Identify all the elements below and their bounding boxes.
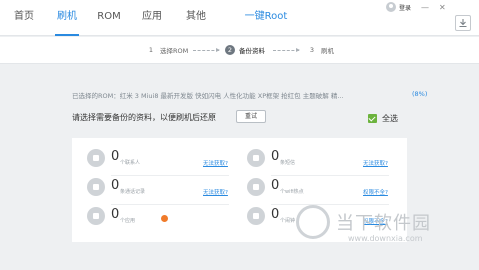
watermark-url: www.downxia.com (348, 234, 423, 243)
select-all-checkbox[interactable]: 全选 (368, 113, 398, 124)
help-link[interactable]: 无法获取? (203, 159, 228, 167)
sms-icon (247, 149, 265, 167)
help-link[interactable]: 无法获取? (203, 188, 228, 196)
avatar-icon (386, 2, 396, 12)
backup-prompt: 请选择需要备份的资料，以便刷机后还原 (72, 113, 216, 122)
watermark-title: 当下软件园 (336, 213, 431, 234)
minimize-icon[interactable]: — (421, 3, 429, 12)
user-login[interactable]: 登录 (386, 1, 411, 13)
step-arrow (193, 48, 220, 52)
one-click-root-button[interactable]: 一键Root (241, 0, 291, 36)
app-icon (87, 207, 105, 225)
window-controls: — ✕ (421, 3, 446, 12)
login-link[interactable]: 登录 (399, 3, 411, 12)
backup-item-wifi[interactable]: 0 个wifi热点 权限不全? (232, 172, 392, 202)
backup-item-sms[interactable]: 0 条短信 无法获取? (232, 143, 392, 173)
step-backup-data: 2 备份资料 (225, 45, 265, 55)
wifi-icon (247, 178, 265, 196)
contact-icon (87, 149, 105, 167)
watermark-logo-icon (296, 205, 330, 239)
tab-flash[interactable]: 刷机 (55, 0, 79, 36)
backup-item-apps[interactable]: 0 个应用 (72, 201, 232, 231)
step-flash: 3 刷机 (309, 46, 334, 55)
help-link[interactable]: 无法获取? (363, 159, 388, 167)
tab-other[interactable]: 其他 (182, 0, 210, 36)
step-select-rom: 1 选择ROM (148, 46, 189, 55)
warning-icon[interactable] (161, 215, 168, 222)
backup-item-call-log[interactable]: 0 条通话记录 无法获取? (72, 172, 232, 202)
top-nav-bar: 首页 刷机 ROM 应用 其他 一键Root 登录 — ✕ (0, 0, 479, 36)
help-link[interactable]: 权限不全? (363, 188, 388, 196)
alarm-icon (247, 207, 265, 225)
download-percent: (8%) (412, 90, 428, 98)
tab-rom[interactable]: ROM (92, 0, 126, 36)
step-arrow (273, 48, 300, 52)
tab-apps[interactable]: 应用 (138, 0, 166, 36)
select-all-label: 全选 (382, 114, 398, 123)
backup-item-contacts[interactable]: 0 个联系人 无法获取? (72, 143, 232, 173)
close-icon[interactable]: ✕ (439, 3, 446, 12)
tab-home[interactable]: 首页 (4, 0, 44, 36)
flash-steps: 1 选择ROM 2 备份资料 3 刷机 (0, 37, 479, 64)
checkbox-checked-icon[interactable] (368, 114, 377, 123)
download-icon (459, 19, 467, 28)
phone-icon (87, 178, 105, 196)
selected-rom-text: 已选择的ROM：红米 3 Miui8 最新开发版 快如闪电 人性化功能 XP框架… (72, 92, 344, 100)
download-manager-button[interactable] (455, 15, 471, 31)
retry-button[interactable]: 重试 (236, 110, 266, 123)
